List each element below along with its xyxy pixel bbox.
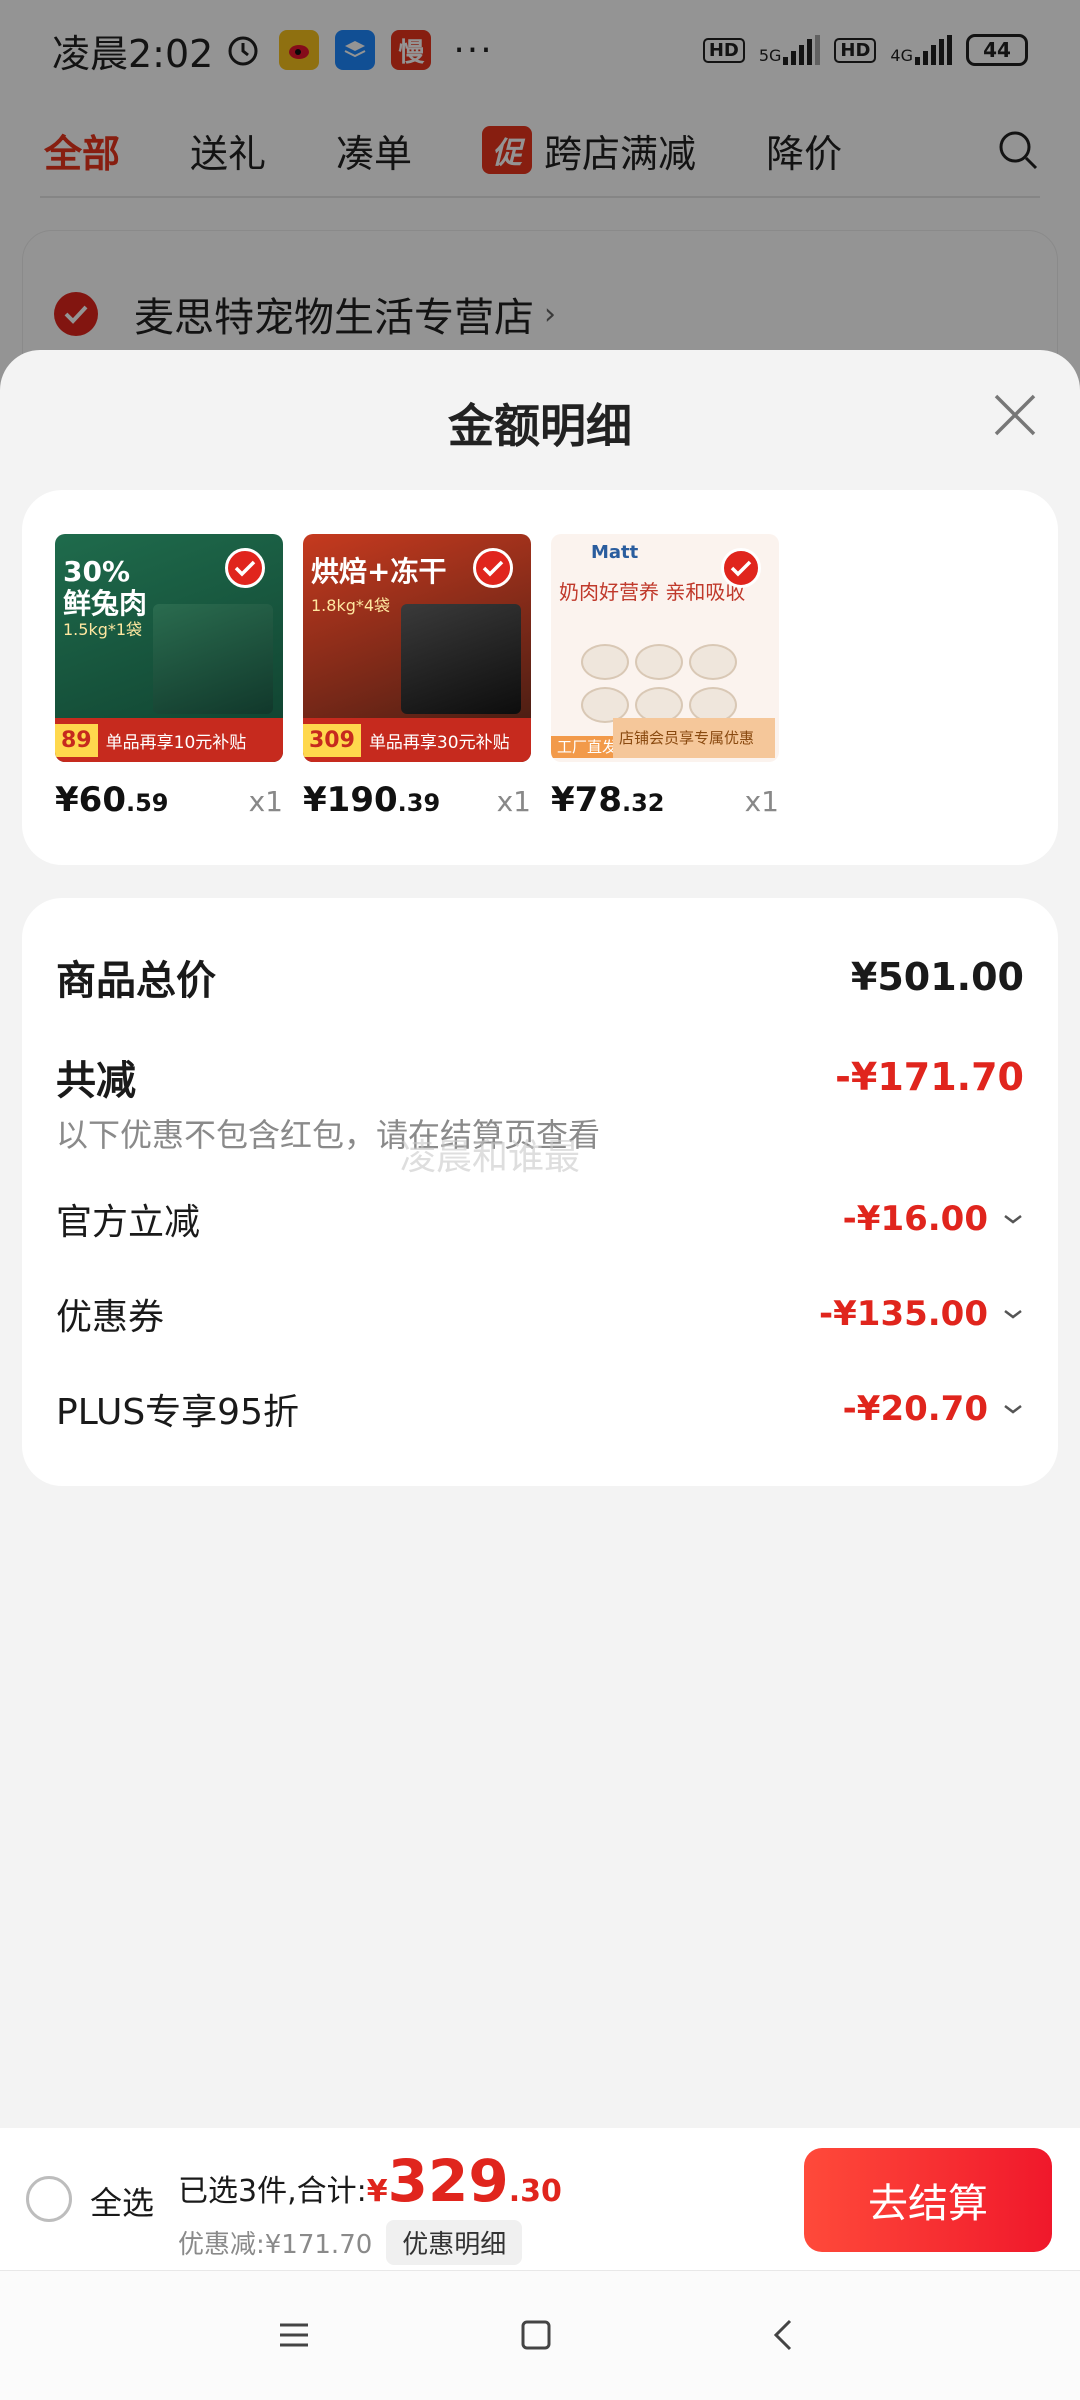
product-bag-image <box>401 604 521 714</box>
total-reduce-label: 共减 <box>56 1058 136 1104</box>
home-icon[interactable] <box>512 2311 560 2359</box>
total-integer: 329 <box>387 2147 509 2215</box>
total-decimal: .30 <box>508 2174 562 2209</box>
goods-price: ¥60.59 <box>55 780 169 820</box>
sheet-title: 金额明细 <box>448 399 632 453</box>
product-image-bar: 89 单品再享10元补贴 <box>55 718 283 762</box>
goods-item[interactable]: Matt 奶肉好营养 亲和吸收 工厂直发 店铺会员享专属优惠 ¥78.32 x1 <box>551 534 779 820</box>
product-image-bar: 309 单品再享30元补贴 <box>303 718 531 762</box>
chevron-down-icon[interactable] <box>1002 1307 1024 1321</box>
goods-price: ¥190.39 <box>303 780 441 820</box>
discount-value: -¥20.70 <box>842 1389 988 1429</box>
total-price-row: 商品总价 ¥501.00 <box>56 948 1024 1006</box>
checkmark-icon <box>473 548 513 588</box>
screen: 凌晨2:02 慢 ··· HD 5G HD 4G 44 全部 送礼 凑单 促 跨… <box>0 0 1080 2400</box>
product-image-title: 30% 鲜兔肉 <box>63 555 148 620</box>
discount-label: 官方立减 <box>56 1202 201 1243</box>
price-summary-card: 商品总价 ¥501.00 共减 -¥171.70 以下优惠不包含红包，请在结算页… <box>22 898 1058 1486</box>
checkmark-icon <box>225 548 265 588</box>
product-image-sub: 1.8kg*4袋 <box>311 596 391 615</box>
close-icon[interactable] <box>990 390 1040 440</box>
discount-row-official[interactable]: 官方立减 -¥16.00 <box>56 1193 1024 1245</box>
selected-total: 已选3件,合计: ¥ 329 .30 <box>178 2152 562 2210</box>
product-image-bar-text: 单品再享10元补贴 <box>105 732 247 753</box>
product-image[interactable]: 30% 鲜兔肉 1.5kg*1袋 89 单品再享10元补贴 <box>55 534 283 762</box>
chevron-down-icon[interactable] <box>1002 1402 1024 1416</box>
system-nav-bar <box>0 2270 1080 2400</box>
discount-row-plus[interactable]: PLUS专享95折 -¥20.70 <box>56 1383 1024 1435</box>
goods-card: 30%鲜兔肉 1.5kg*1袋 89 单品再享10元补贴 ¥60.59 x1 <box>22 490 1058 865</box>
amount-detail-sheet: 金额明细 30% 鲜兔肉 1.5kg*1袋 89 单品再享10元补贴 ¥60.59 <box>0 350 1080 2130</box>
product-image-bar-text: 店铺会员享专属优惠 <box>613 718 775 758</box>
goods-qty: x1 <box>248 785 283 818</box>
currency-symbol: ¥ <box>366 2174 388 2209</box>
product-image-sub: 1.5kg*1袋 <box>63 620 143 639</box>
total-price-value: ¥501.00 <box>850 955 1024 999</box>
checkmark-icon <box>721 548 761 588</box>
product-image-price: 309 <box>303 723 361 757</box>
chevron-down-icon[interactable] <box>1002 1212 1024 1226</box>
total-price-label: 商品总价 <box>56 958 216 1004</box>
product-image[interactable]: 烘焙+冻干 1.8kg*4袋 309 单品再享30元补贴 <box>303 534 531 762</box>
goods-qty: x1 <box>744 785 779 818</box>
discount-label: PLUS专享95折 <box>56 1392 299 1433</box>
discount-row-coupon[interactable]: 优惠券 -¥135.00 <box>56 1288 1024 1340</box>
discount-line: 优惠减:¥171.70 优惠明细 <box>178 2220 523 2265</box>
product-image-bar-text: 单品再享30元补贴 <box>368 732 510 753</box>
select-all-label[interactable]: 全选 <box>90 2178 154 2224</box>
product-image[interactable]: Matt 奶肉好营养 亲和吸收 工厂直发 店铺会员享专属优惠 <box>551 534 779 762</box>
total-reduce-row: 共减 -¥171.70 <box>56 1048 1024 1106</box>
discount-text: 优惠减:¥171.70 <box>178 2230 373 2260</box>
select-all-radio[interactable] <box>26 2176 72 2222</box>
discount-value: -¥16.00 <box>842 1199 988 1239</box>
goods-price: ¥78.32 <box>551 780 665 820</box>
goods-item[interactable]: 30% 鲜兔肉 1.5kg*1袋 89 单品再享10元补贴 ¥60.59 x1 <box>55 534 283 820</box>
goods-item[interactable]: 烘焙+冻干 1.8kg*4袋 309 单品再享30元补贴 ¥190.39 x1 <box>303 534 531 820</box>
total-reduce-value: -¥171.70 <box>835 1055 1024 1099</box>
menu-icon[interactable] <box>270 2311 318 2359</box>
product-image-brand: Matt <box>591 542 639 563</box>
product-image-price: 89 <box>55 723 98 757</box>
goods-qty: x1 <box>496 785 531 818</box>
product-bag-image <box>153 604 273 714</box>
checkout-bar: 全选 已选3件,合计: ¥ 329 .30 优惠减:¥171.70 优惠明细 去… <box>0 2128 1080 2270</box>
discount-label: 优惠券 <box>56 1297 165 1338</box>
discount-value: -¥135.00 <box>819 1294 988 1334</box>
discount-detail-button[interactable]: 优惠明细 <box>386 2220 523 2265</box>
product-tins-image <box>581 644 751 724</box>
watermark: 凌晨和谁最 <box>400 1137 581 1178</box>
product-image-title: 奶肉好营养 亲和吸收 <box>559 580 746 604</box>
product-image-title: 烘焙+冻干 <box>311 555 447 588</box>
selected-text: 已选3件,合计: <box>178 2174 367 2209</box>
back-icon[interactable] <box>760 2311 808 2359</box>
checkout-button[interactable]: 去结算 <box>804 2148 1052 2252</box>
